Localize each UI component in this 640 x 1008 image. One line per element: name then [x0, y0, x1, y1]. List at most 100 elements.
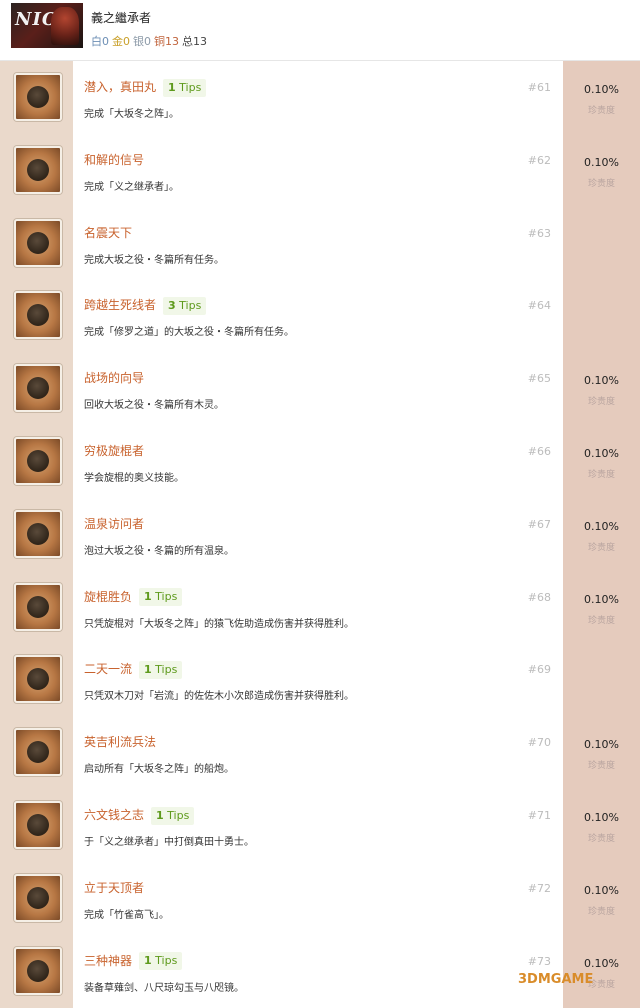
- trophy-name-line: 潜入，真田丸 1 Tips: [84, 78, 207, 97]
- trophy-number: #62: [527, 153, 551, 167]
- tips-badge[interactable]: 1 Tips: [151, 806, 195, 825]
- trophy-name-line: 英吉利流兵法: [84, 733, 156, 750]
- trophy-description: 只凭双木刀对「岩流」的佐佐木小次郎造成伤害并获得胜利。: [84, 691, 354, 703]
- tips-badge[interactable]: 1 Tips: [163, 78, 207, 97]
- tips-word: Tips: [155, 590, 178, 604]
- trophy-content: 名震天下 完成大坂之役・冬篇所有任务。 #63: [73, 207, 563, 280]
- trophy-description: 完成「义之继承者」。: [84, 181, 179, 193]
- bronze-trophy-icon[interactable]: [14, 73, 62, 121]
- trophy-name[interactable]: 和解的信号: [84, 153, 144, 167]
- trophy-icon-cell: [0, 133, 73, 207]
- trophy-rate-cell: 0.10% 珍贵度: [563, 61, 640, 134]
- trophy-description: 启动所有「大坂冬之阵」的船炮。: [84, 764, 234, 776]
- trophy-name-line: 名震天下: [84, 224, 132, 241]
- trophy-number: #71: [527, 809, 551, 822]
- trophy-name[interactable]: 潜入，真田丸: [84, 80, 156, 94]
- trophy-name[interactable]: 英吉利流兵法: [84, 735, 156, 749]
- tips-count: 3: [168, 298, 176, 312]
- trophy-name[interactable]: 温泉访问者: [84, 517, 144, 531]
- trophy-name-line: 战场的向导: [84, 369, 144, 386]
- tips-badge[interactable]: 1 Tips: [139, 588, 183, 607]
- trophy-name[interactable]: 三种神器: [84, 954, 132, 968]
- trophy-number: #64: [527, 299, 551, 313]
- trophy-content: 二天一流 1 Tips 只凭双木刀对「岩流」的佐佐木小次郎造成伤害并获得胜利。 #69: [73, 643, 563, 716]
- bronze-trophy-icon[interactable]: [14, 728, 62, 777]
- tips-count: 1: [144, 662, 152, 676]
- trophy-rate: 0.10%: [584, 374, 619, 388]
- trophy-icon-cell: [0, 206, 73, 280]
- game-title[interactable]: 義之繼承者: [91, 9, 151, 26]
- tips-count: 1: [156, 808, 164, 822]
- trophy-row: 温泉访问者 泡过大坂之役・冬篇的所有温泉。 #67 0.10% 珍贵度: [0, 497, 640, 571]
- game-cover-image[interactable]: NIOH: [11, 3, 83, 48]
- silver-count: 银0: [133, 35, 151, 48]
- bronze-trophy-icon[interactable]: [14, 437, 62, 485]
- bronze-trophy-icon[interactable]: [14, 946, 62, 995]
- trophy-number: #69: [527, 663, 551, 677]
- trophy-description: 完成「竹雀高飞」。: [84, 909, 169, 921]
- trophy-number: #66: [527, 445, 551, 458]
- bronze-trophy-icon[interactable]: [14, 218, 62, 267]
- tips-badge[interactable]: 1 Tips: [139, 952, 183, 971]
- trophy-row: 潜入，真田丸 1 Tips 完成「大坂冬之阵」。 #61 0.10% 珍贵度: [0, 61, 640, 134]
- total-count: 总13: [182, 35, 207, 48]
- tips-word: Tips: [167, 808, 190, 822]
- trophy-name[interactable]: 旋棍胜负: [84, 590, 132, 604]
- trophy-description: 完成「大坂冬之阵」。: [84, 109, 179, 120]
- bronze-trophy-icon[interactable]: [14, 291, 62, 340]
- rarity-label: 珍贵度: [587, 106, 615, 116]
- trophy-name[interactable]: 六文钱之志: [84, 808, 144, 822]
- trophy-rate: 0.10%: [584, 447, 619, 460]
- trophy-rate: 0.10%: [584, 811, 619, 824]
- trophy-rate: 0.10%: [584, 83, 619, 96]
- trophy-name[interactable]: 跨越生死线者: [84, 298, 156, 312]
- game-header: NIOH 義之繼承者 白0 金0 银0 铜13 总13: [0, 0, 640, 61]
- trophy-rate-cell: [563, 279, 640, 353]
- trophy-icon-cell: [0, 934, 73, 1008]
- trophy-name[interactable]: 名震天下: [84, 226, 132, 240]
- trophy-icon-cell: [0, 861, 73, 935]
- trophy-icon-cell: [0, 570, 73, 644]
- trophy-row: 二天一流 1 Tips 只凭双木刀对「岩流」的佐佐木小次郎造成伤害并获得胜利。 #69: [0, 643, 640, 717]
- trophy-icon-cell: [0, 61, 73, 134]
- trophy-name[interactable]: 穷极旋棍者: [84, 444, 144, 458]
- trophy-rate-cell: 0.10% 珍贵度: [563, 861, 640, 935]
- trophy-description: 完成大坂之役・冬篇所有任务。: [84, 254, 224, 266]
- trophy-rate-cell: 0.10% 珍贵度: [563, 570, 640, 644]
- trophy-name[interactable]: 战场的向导: [84, 371, 144, 385]
- trophy-description: 回收大坂之役・冬篇所有木灵。: [84, 400, 224, 412]
- trophy-name-line: 旋棍胜负 1 Tips: [84, 588, 183, 607]
- tips-badge[interactable]: 1 Tips: [139, 660, 183, 679]
- trophy-content: 旋棍胜负 1 Tips 只凭旋棍对「大坂冬之阵」的猿飞佐助造成伤害并获得胜利。 #68: [73, 571, 563, 644]
- trophy-content: 穷极旋棍者 学会旋棍的奥义技能。 #66: [73, 425, 563, 498]
- tips-word: Tips: [179, 80, 202, 94]
- trophy-content: 六文钱之志 1 Tips 于「义之继承者」中打倒真田十勇士。 #71: [73, 789, 563, 862]
- bronze-trophy-icon[interactable]: [14, 801, 62, 849]
- trophy-icon-cell: [0, 279, 73, 353]
- trophy-content: 三种神器 1 Tips 装备草薙剑、八尺琼勾玉与八咫镜。 #73: [73, 935, 563, 1008]
- bronze-count: 铜13: [154, 35, 179, 48]
- bronze-trophy-icon[interactable]: [14, 364, 62, 413]
- trophy-name[interactable]: 立于天顶者: [84, 881, 144, 895]
- bronze-trophy-icon[interactable]: [14, 145, 62, 194]
- trophy-row: 六文钱之志 1 Tips 于「义之继承者」中打倒真田十勇士。 #71 0.10% 珍贵度: [0, 789, 640, 862]
- trophy-rate: 0.10%: [584, 883, 619, 897]
- trophy-name[interactable]: 二天一流: [84, 662, 132, 676]
- trophy-content: 英吉利流兵法 启动所有「大坂冬之阵」的船炮。 #70: [73, 716, 563, 789]
- bronze-trophy-icon[interactable]: [14, 582, 62, 631]
- bronze-trophy-icon[interactable]: [14, 509, 62, 558]
- trophy-icon-cell: [0, 352, 73, 426]
- bronze-trophy-icon[interactable]: [14, 655, 62, 704]
- tips-badge[interactable]: 3 Tips: [163, 296, 207, 315]
- trophy-content: 立于天顶者 完成「竹雀高飞」。 #72: [73, 862, 563, 935]
- tips-count: 1: [144, 590, 152, 604]
- trophy-number: #67: [527, 517, 551, 531]
- trophy-counts: 白0 金0 银0 铜13 总13: [91, 33, 207, 49]
- trophy-icon-cell: [0, 497, 73, 571]
- white-count: 白0: [91, 35, 109, 48]
- rarity-label: 珍贵度: [587, 834, 615, 844]
- tips-word: Tips: [155, 662, 178, 676]
- bronze-trophy-icon[interactable]: [14, 873, 62, 922]
- samurai-figure-icon: [51, 7, 79, 45]
- trophy-rate-cell: 0.10% 珍贵度: [563, 425, 640, 498]
